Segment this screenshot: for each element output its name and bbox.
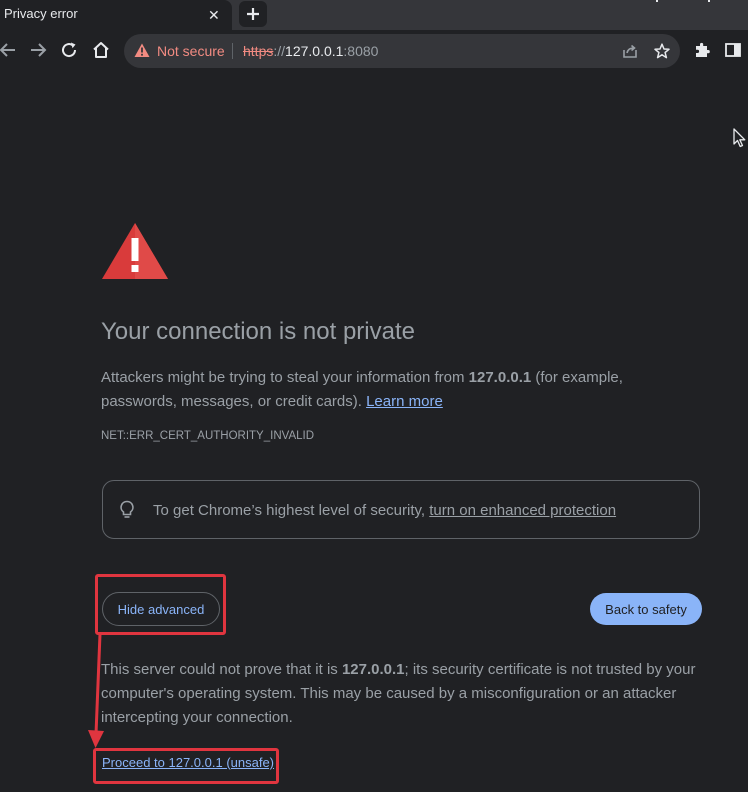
url-host: 127.0.0.1 xyxy=(285,43,344,59)
error-code: NET::ERR_CERT_AUTHORITY_INVALID xyxy=(101,430,315,442)
warning-description: Attackers might be trying to steal your … xyxy=(101,366,701,414)
enhanced-protection-link[interactable]: turn on enhanced protection xyxy=(429,502,616,519)
url-scheme: https xyxy=(243,43,274,59)
mouse-cursor-icon xyxy=(733,128,746,148)
back-to-safety-button[interactable]: Back to safety xyxy=(590,593,702,625)
back-button[interactable] xyxy=(0,38,20,62)
tab-title: Privacy error xyxy=(4,6,78,21)
home-icon xyxy=(93,42,109,58)
enhanced-protection-label: To get Chrome’s highest level of securit… xyxy=(153,502,430,519)
annotation-arrow-icon xyxy=(88,633,104,748)
forward-button[interactable] xyxy=(26,38,50,62)
warning-text-start: Attackers might be trying to steal your … xyxy=(101,369,469,386)
advanced-details-text: This server could not prove that it is 1… xyxy=(101,658,711,730)
strip-mark xyxy=(656,0,658,2)
enhanced-protection-banner: To get Chrome’s highest level of securit… xyxy=(102,480,700,539)
warning-host: 127.0.0.1 xyxy=(468,369,532,386)
arrow-left-icon xyxy=(0,43,15,57)
toolbar: Not secure https://127.0.0.1:8080 xyxy=(0,30,748,72)
tab-privacy-error[interactable]: Privacy error ✕ xyxy=(0,0,232,30)
annotation-highlight-proceed xyxy=(93,748,279,784)
tab-close-icon[interactable]: ✕ xyxy=(208,6,220,24)
browser-window: Privacy error ✕ Not secure https://127.0… xyxy=(0,0,748,792)
lightbulb-icon xyxy=(120,500,134,518)
annotation-highlight-hide-advanced xyxy=(95,574,226,635)
learn-more-link[interactable]: Learn more xyxy=(366,393,443,410)
bookmark-button[interactable] xyxy=(653,42,671,60)
new-tab-button[interactable] xyxy=(239,1,267,27)
enhanced-protection-text: To get Chrome’s highest level of securit… xyxy=(153,502,616,519)
reload-button[interactable] xyxy=(57,38,81,62)
omnibox-divider xyxy=(232,43,233,59)
details-text-start: This server could not prove that it is xyxy=(101,661,342,678)
arrow-right-icon xyxy=(31,43,47,57)
share-button[interactable] xyxy=(621,42,639,60)
side-panel-icon xyxy=(725,43,741,57)
details-host: 127.0.0.1 xyxy=(341,661,405,678)
warning-triangle-icon xyxy=(134,43,150,57)
star-icon xyxy=(654,43,670,59)
plus-icon xyxy=(247,8,259,20)
side-panel-button[interactable] xyxy=(723,40,743,60)
strip-mark xyxy=(708,0,710,2)
warning-triangle-icon xyxy=(102,223,168,279)
url-port: :8080 xyxy=(343,43,379,59)
address-bar[interactable]: Not secure https://127.0.0.1:8080 xyxy=(124,34,680,68)
url-text[interactable]: https://127.0.0.1:8080 xyxy=(243,43,378,59)
reload-icon xyxy=(62,42,77,58)
home-button[interactable] xyxy=(89,38,113,62)
puzzle-icon xyxy=(696,42,710,57)
tab-strip: Privacy error ✕ xyxy=(0,0,748,30)
url-separator: :// xyxy=(273,43,286,59)
extensions-button[interactable] xyxy=(692,40,712,60)
security-chip[interactable]: Not secure xyxy=(157,43,225,59)
page-title: Your connection is not private xyxy=(101,318,415,345)
share-icon xyxy=(623,44,637,58)
